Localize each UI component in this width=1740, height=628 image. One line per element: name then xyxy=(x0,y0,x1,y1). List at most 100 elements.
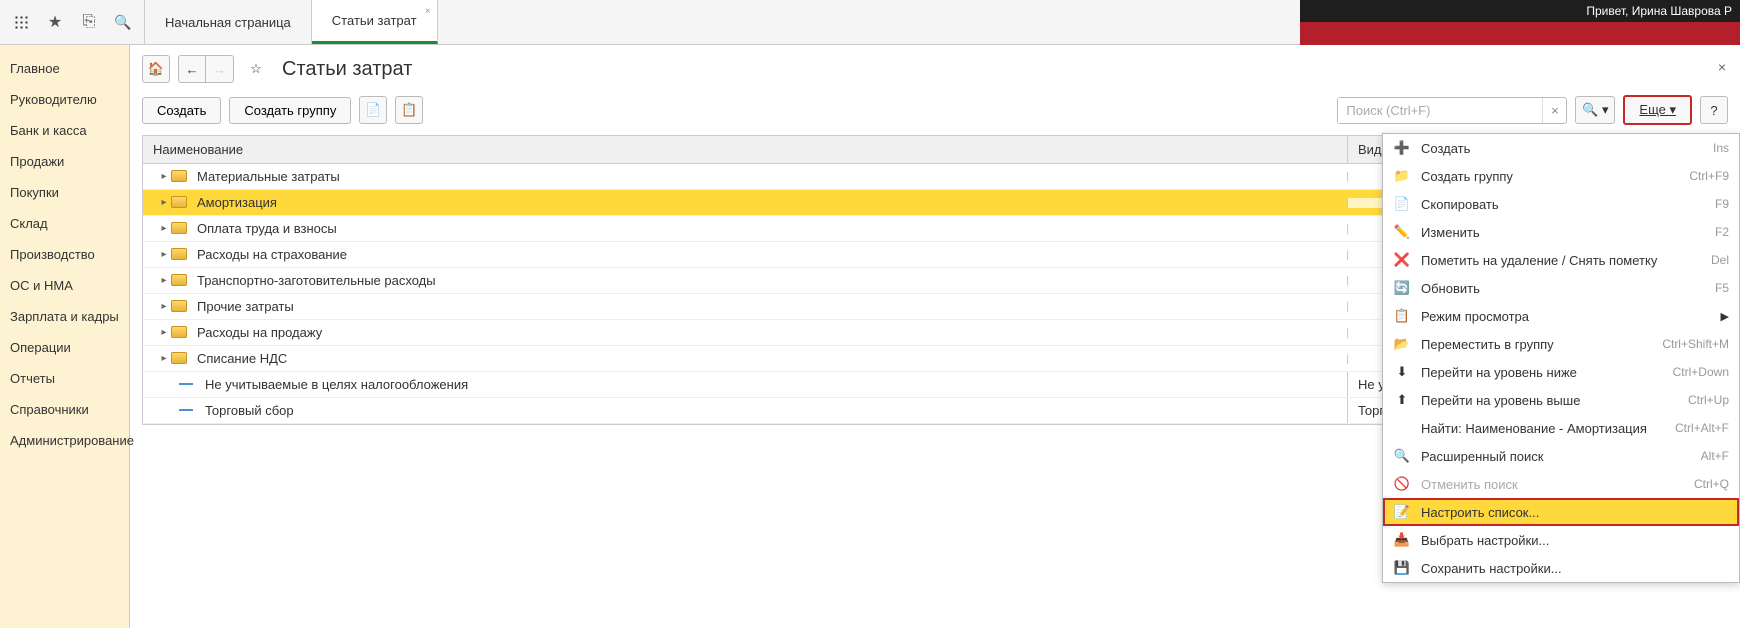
menu-item-icon: 🚫 xyxy=(1393,476,1411,492)
new-item-icon-button[interactable]: 📄 xyxy=(359,96,387,124)
menu-item-label: Отменить поиск xyxy=(1421,477,1694,492)
menu-item[interactable]: ⬇Перейти на уровень нижеCtrl+Down xyxy=(1383,358,1739,386)
menu-item-label: Создать группу xyxy=(1421,169,1689,184)
help-button[interactable]: ? xyxy=(1700,96,1728,124)
menu-item-icon: ➕ xyxy=(1393,140,1411,156)
menu-item[interactable]: 📋Режим просмотра▶ xyxy=(1383,302,1739,330)
more-dropdown-menu: ➕СоздатьIns📁Создать группуCtrl+F9📄Скопир… xyxy=(1382,133,1740,583)
sidebar-item-assets[interactable]: ОС и НМА xyxy=(0,270,129,301)
back-button[interactable]: ← xyxy=(178,55,206,83)
greeting-bar: Привет, Ирина Шаврова Р xyxy=(1300,0,1740,22)
menu-item[interactable]: 📥Выбрать настройки... xyxy=(1383,526,1739,554)
search-icon[interactable] xyxy=(114,13,132,31)
menu-item[interactable]: 🔄ОбновитьF5 xyxy=(1383,274,1739,302)
menu-item-icon xyxy=(1393,420,1411,436)
history-icon[interactable] xyxy=(80,13,98,31)
expand-icon[interactable]: ▸ xyxy=(153,223,167,234)
menu-item[interactable]: 📝Настроить список... xyxy=(1383,498,1739,526)
menu-item-shortcut: Ctrl+Up xyxy=(1688,393,1729,407)
menu-item[interactable]: 🔍Расширенный поискAlt+F xyxy=(1383,442,1739,470)
menu-item[interactable]: 💾Сохранить настройки... xyxy=(1383,554,1739,582)
expand-icon[interactable]: ▸ xyxy=(153,171,167,182)
menu-item-shortcut: Ctrl+Shift+M xyxy=(1662,337,1729,351)
create-button[interactable]: Создать xyxy=(142,97,221,124)
list-icon-button[interactable]: 📋 xyxy=(395,96,423,124)
col-header-name[interactable]: Наименование xyxy=(143,136,1347,163)
row-name-label: Расходы на страхование xyxy=(197,247,347,262)
sidebar-item-manager[interactable]: Руководителю xyxy=(0,84,129,115)
sidebar-item-warehouse[interactable]: Склад xyxy=(0,208,129,239)
menu-item-label: Режим просмотра xyxy=(1421,309,1717,324)
sidebar-item-sales[interactable]: Продажи xyxy=(0,146,129,177)
folder-icon xyxy=(171,248,189,262)
row-name-label: Торговый сбор xyxy=(205,403,294,418)
menu-item[interactable]: ⬆Перейти на уровень вышеCtrl+Up xyxy=(1383,386,1739,414)
menu-item-icon: 🔄 xyxy=(1393,280,1411,296)
search-input[interactable] xyxy=(1338,98,1542,123)
expand-icon[interactable]: ▸ xyxy=(153,301,167,312)
folder-icon xyxy=(171,274,189,288)
sidebar-item-reports[interactable]: Отчеты xyxy=(0,363,129,394)
folder-icon xyxy=(171,170,189,184)
item-icon xyxy=(179,378,197,392)
menu-item-label: Создать xyxy=(1421,141,1713,156)
search-clear-button[interactable]: × xyxy=(1542,98,1566,123)
folder-icon xyxy=(171,196,189,210)
more-button[interactable]: Еще ▾ xyxy=(1623,95,1692,125)
expand-icon[interactable]: ▸ xyxy=(153,249,167,260)
menu-item[interactable]: Найти: Наименование - АмортизацияCtrl+Al… xyxy=(1383,414,1739,442)
apps-icon[interactable] xyxy=(12,13,30,31)
expand-icon[interactable]: ▸ xyxy=(153,275,167,286)
menu-item-icon: ✏️ xyxy=(1393,224,1411,240)
sidebar-item-main[interactable]: Главное xyxy=(0,53,129,84)
menu-item-icon: 🔍 xyxy=(1393,448,1411,464)
menu-item-shortcut: Ctrl+Alt+F xyxy=(1675,421,1729,435)
menu-item-icon: 📥 xyxy=(1393,532,1411,548)
menu-item-shortcut: F2 xyxy=(1715,225,1729,239)
menu-item[interactable]: 📄СкопироватьF9 xyxy=(1383,190,1739,218)
menu-item-shortcut: Ins xyxy=(1713,141,1729,155)
menu-item-label: Пометить на удаление / Снять пометку xyxy=(1421,253,1711,268)
menu-item[interactable]: ✏️ИзменитьF2 xyxy=(1383,218,1739,246)
search-dropdown-button[interactable]: 🔍 ▾ xyxy=(1575,96,1615,124)
close-page-button[interactable]: × xyxy=(1718,59,1726,75)
menu-item-icon: 📄 xyxy=(1393,196,1411,212)
sidebar-item-purchases[interactable]: Покупки xyxy=(0,177,129,208)
menu-item[interactable]: 📁Создать группуCtrl+F9 xyxy=(1383,162,1739,190)
home-button[interactable]: 🏠 xyxy=(142,55,170,83)
menu-item-label: Обновить xyxy=(1421,281,1715,296)
create-group-button[interactable]: Создать группу xyxy=(229,97,351,124)
tab-home[interactable]: Начальная страница xyxy=(145,0,312,44)
favorites-icon[interactable] xyxy=(46,13,64,31)
menu-item-shortcut: Del xyxy=(1711,253,1729,267)
menu-item-shortcut: F9 xyxy=(1715,197,1729,211)
menu-item-icon: ⬆ xyxy=(1393,392,1411,408)
menu-item-icon: 📁 xyxy=(1393,168,1411,184)
menu-item-label: Найти: Наименование - Амортизация xyxy=(1421,421,1675,436)
sidebar-item-references[interactable]: Справочники xyxy=(0,394,129,425)
tab-cost-items[interactable]: Статьи затрат × xyxy=(312,0,438,44)
forward-button[interactable]: → xyxy=(206,55,234,83)
expand-icon[interactable]: ▸ xyxy=(153,197,167,208)
menu-item-icon: 📂 xyxy=(1393,336,1411,352)
tab-close-icon[interactable]: × xyxy=(425,6,431,17)
sidebar-item-bank[interactable]: Банк и касса xyxy=(0,115,129,146)
menu-item[interactable]: ❌Пометить на удаление / Снять пометкуDel xyxy=(1383,246,1739,274)
menu-item[interactable]: ➕ СоздатьIns xyxy=(1383,134,1739,162)
menu-item: 🚫Отменить поискCtrl+Q xyxy=(1383,470,1739,498)
favorite-star-button[interactable]: ☆ xyxy=(242,55,270,83)
menu-item-label: Расширенный поиск xyxy=(1421,449,1701,464)
expand-icon[interactable]: ▸ xyxy=(153,327,167,338)
sidebar-item-salary[interactable]: Зарплата и кадры xyxy=(0,301,129,332)
greeting-text: Привет, Ирина Шаврова Р xyxy=(1586,4,1732,18)
sidebar-item-production[interactable]: Производство xyxy=(0,239,129,270)
sidebar-item-operations[interactable]: Операции xyxy=(0,332,129,363)
row-name-label: Списание НДС xyxy=(197,351,287,366)
tab-home-label: Начальная страница xyxy=(165,15,291,30)
menu-item[interactable]: 📂Переместить в группуCtrl+Shift+M xyxy=(1383,330,1739,358)
menu-item-label: Перейти на уровень ниже xyxy=(1421,365,1673,380)
row-name-label: Амортизация xyxy=(197,195,277,210)
row-name-label: Материальные затраты xyxy=(197,169,340,184)
expand-icon[interactable]: ▸ xyxy=(153,353,167,364)
sidebar-item-admin[interactable]: Администрирование xyxy=(0,425,129,456)
